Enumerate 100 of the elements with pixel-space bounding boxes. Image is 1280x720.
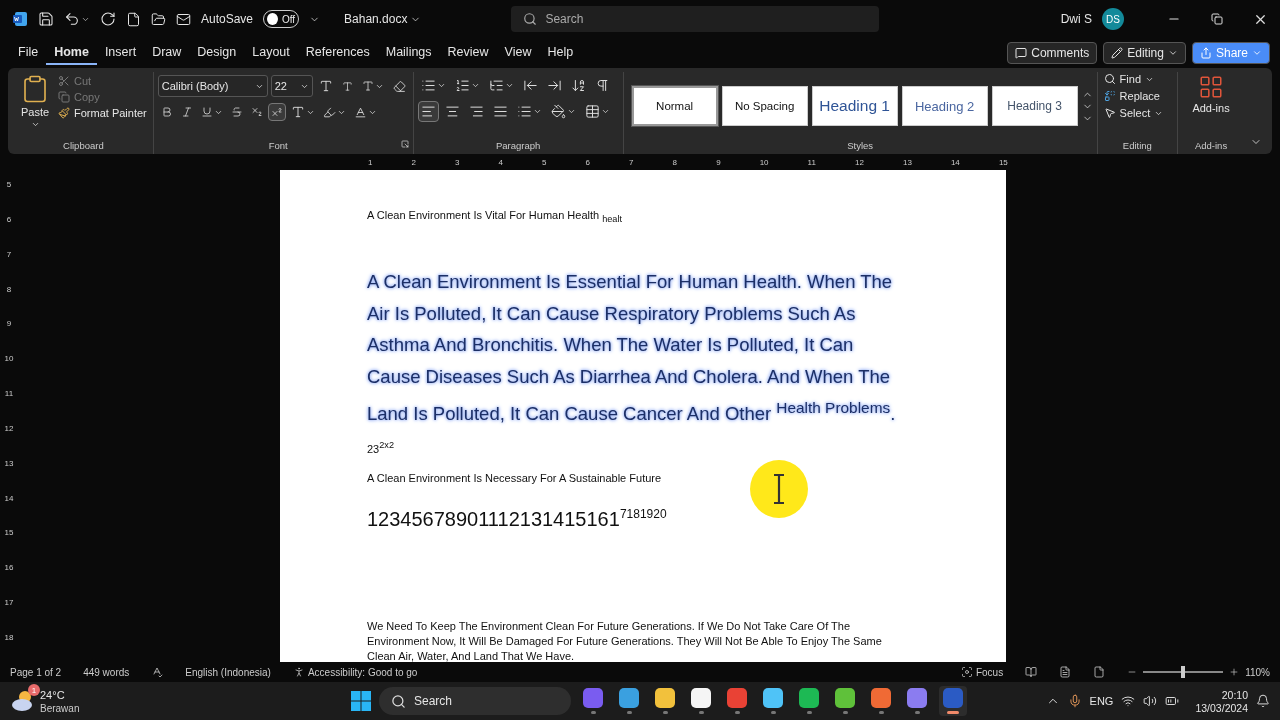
font-size-field[interactable]: 22 — [270, 75, 313, 97]
redo-icon[interactable] — [100, 11, 116, 27]
numbering-icon — [454, 78, 470, 93]
align-center-icon — [444, 104, 460, 119]
save-icon[interactable] — [38, 11, 54, 27]
running-indicator — [806, 711, 812, 714]
replace-button[interactable]: Replace — [1101, 89, 1166, 103]
ruler-number: 17 — [4, 598, 14, 608]
ruler-number: 7 — [6, 249, 12, 259]
style-preset[interactable]: Heading 1 — [811, 86, 898, 126]
group-label: Add-ins — [1193, 140, 1229, 153]
menu-tab[interactable]: Home — [46, 41, 97, 65]
style-preset[interactable]: Normal — [631, 86, 718, 126]
user-avatar[interactable]: DS — [1102, 8, 1124, 30]
menu-tab[interactable]: View — [496, 41, 540, 65]
search-icon — [1103, 73, 1116, 85]
focus-button[interactable]: Focus — [975, 666, 1004, 678]
battery-icon[interactable] — [1165, 694, 1180, 708]
font-color-icon — [353, 105, 367, 119]
editing-button[interactable]: Editing — [1103, 42, 1186, 64]
menu-tab[interactable]: Draw — [144, 41, 190, 65]
zoom-in-icon[interactable] — [1229, 667, 1240, 677]
format-painter-button[interactable]: Format Painter — [56, 106, 149, 120]
ruler-number: 12 — [855, 157, 864, 167]
word-logo-icon[interactable] — [12, 11, 28, 27]
running-indicator — [590, 711, 596, 714]
menu-tab[interactable]: File — [10, 41, 47, 65]
running-indicator — [914, 711, 920, 714]
select-button[interactable]: Select — [1101, 106, 1166, 120]
input-language[interactable]: ENG — [1089, 695, 1114, 707]
ruler-number: 11 — [807, 157, 816, 167]
document-title[interactable]: Bahan.docx — [344, 12, 408, 26]
menu-tab[interactable]: Review — [439, 41, 497, 65]
language-label[interactable]: English (Indonesia) — [185, 666, 271, 678]
menu-tab[interactable]: Mailings — [377, 41, 440, 65]
ruler-number: 9 — [716, 157, 721, 167]
volume-icon[interactable] — [1143, 694, 1158, 708]
notification-icon[interactable] — [1256, 694, 1270, 708]
wifi-icon[interactable] — [1121, 694, 1136, 708]
taskbar-button[interactable] — [939, 686, 967, 716]
taskbar-search[interactable]: Search — [379, 687, 571, 715]
paste-button[interactable]: Paste — [18, 72, 52, 140]
style-preset[interactable]: No Spacing — [721, 86, 808, 126]
superscript-icon — [270, 106, 283, 118]
superscript-button[interactable] — [267, 103, 286, 121]
paintbrush-icon — [58, 107, 70, 119]
read-mode-icon[interactable] — [1025, 666, 1038, 678]
clock-date[interactable]: 13/03/2024 — [1195, 701, 1248, 714]
microphone-icon[interactable] — [1067, 694, 1082, 708]
menu-tab[interactable]: References — [297, 41, 378, 65]
accessibility-status[interactable]: Accessibility: Good to go — [307, 666, 418, 678]
word-count[interactable]: 449 words — [83, 666, 130, 678]
ruler-number: 6 — [585, 157, 591, 167]
ruler-number: 4 — [498, 157, 503, 167]
print-layout-icon[interactable] — [1059, 666, 1072, 678]
search-icon — [523, 12, 538, 26]
zoom-level[interactable]: 110% — [1245, 666, 1270, 678]
ruler-number: 14 — [4, 493, 14, 503]
grid-icon — [1198, 74, 1224, 100]
caret-icon — [1167, 48, 1178, 58]
comments-button[interactable]: Comments — [1007, 42, 1098, 64]
search-field[interactable]: Search — [511, 6, 880, 32]
document-paragraph: A Clean Environment Is Vital For Human Health $_{healt}$ — [367, 208, 624, 227]
style-preset[interactable]: Heading 3 — [991, 86, 1078, 126]
web-layout-icon[interactable] — [1093, 666, 1106, 678]
folder-icon[interactable] — [151, 11, 166, 27]
align-right-icon — [468, 104, 484, 119]
menu-tab[interactable]: Insert — [96, 41, 145, 65]
new-document-icon[interactable] — [126, 11, 141, 27]
proofing-icon[interactable] — [151, 666, 164, 678]
menu-tab[interactable]: Layout — [244, 41, 298, 65]
font-family-field[interactable]: Calibri (Body) — [157, 75, 268, 97]
envelope-icon[interactable] — [176, 11, 191, 27]
clock-time[interactable]: 20:10 — [1221, 688, 1248, 701]
ruler-number: 3 — [455, 157, 460, 167]
dialog-launcher-icon[interactable] — [400, 140, 409, 148]
caret-icon — [436, 81, 446, 90]
find-button[interactable]: Find — [1101, 72, 1166, 86]
group-label: Paragraph — [495, 140, 542, 153]
menu-tab[interactable]: Design — [189, 41, 245, 65]
page-count[interactable]: Page 1 of 2 — [10, 666, 62, 678]
menu-tab[interactable]: Help — [539, 41, 582, 65]
focus-icon[interactable] — [960, 666, 973, 678]
start-icon[interactable] — [351, 691, 371, 711]
ruler-number: 5 — [542, 157, 547, 167]
italic-icon — [180, 106, 193, 118]
share-icon — [1199, 47, 1212, 59]
ruler-number: 8 — [6, 284, 12, 294]
temperature[interactable]: 24°C — [40, 688, 80, 701]
pencil-icon — [1111, 47, 1124, 59]
highlighter-icon — [322, 105, 336, 119]
style-preset[interactable]: Heading 2 — [901, 86, 988, 126]
align-left-button[interactable] — [417, 101, 439, 122]
undo-icon[interactable] — [64, 11, 80, 27]
align-left-icon — [420, 104, 436, 119]
add-ins-button[interactable]: Add-ins — [1190, 72, 1232, 140]
zoom-thumb[interactable] — [1180, 666, 1185, 678]
weather-condition[interactable]: Berawan — [40, 702, 80, 714]
justify-icon — [492, 104, 508, 119]
user-name[interactable]: Dwi S — [1060, 12, 1092, 26]
